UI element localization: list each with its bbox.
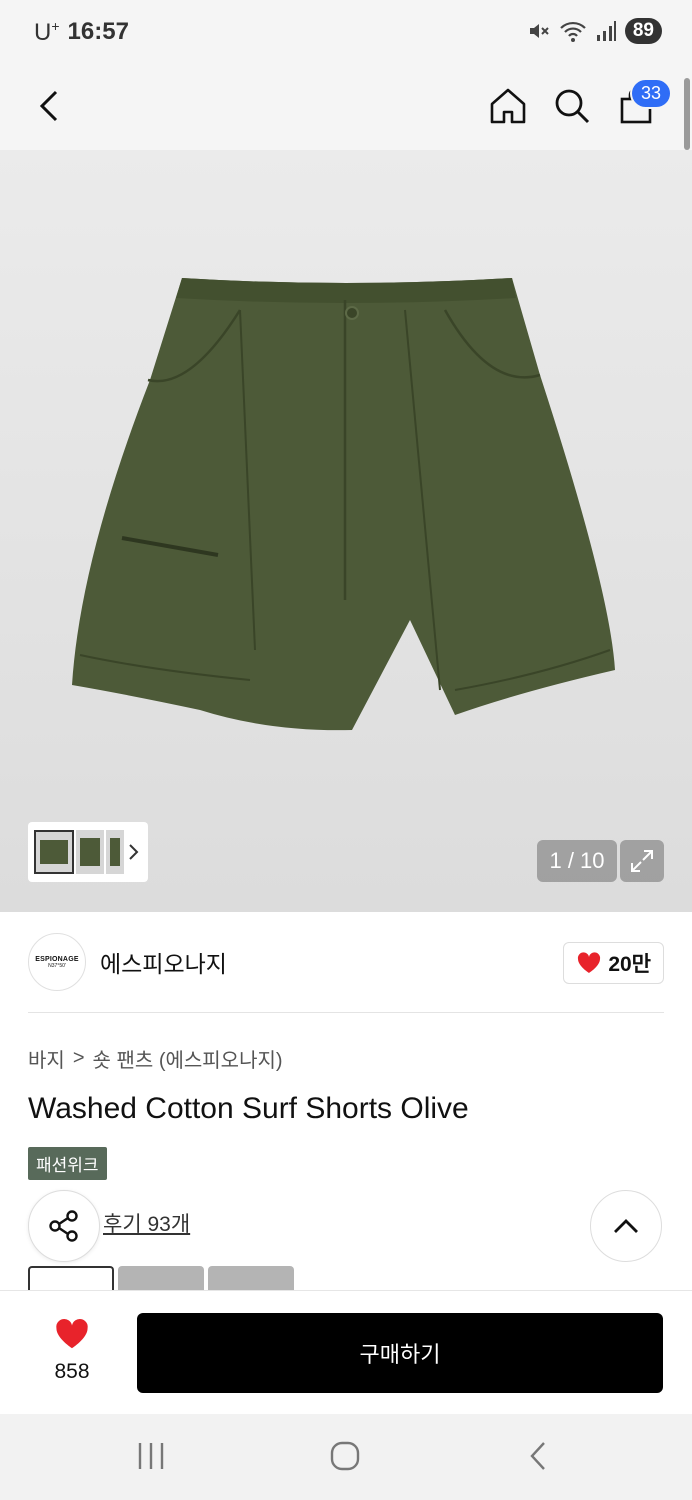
search-button[interactable] [544,78,600,134]
clock: 16:57 [67,18,129,45]
back-nav-button[interactable] [508,1434,568,1478]
heart-icon [578,952,601,973]
product-image [72,278,615,731]
share-icon [49,1210,78,1242]
thumbnail-2[interactable] [76,830,104,874]
breadcrumb-category[interactable]: 바지 [28,1044,65,1073]
share-button[interactable] [28,1190,100,1262]
wifi-icon [560,21,586,42]
thumbnail-strip[interactable] [28,822,148,882]
app-header: 33 [0,64,692,150]
home-button[interactable] [480,78,536,134]
status-bar: U+ 16:57 89 [0,0,692,64]
brand-name[interactable]: 에스피오나지 [100,945,227,979]
heart-icon [56,1318,88,1349]
breadcrumb: 바지 > 숏 팬츠 (에스피오나지) [28,1044,283,1073]
bottom-purchase-bar: 858 구매하기 [0,1290,692,1414]
system-nav-bar [0,1414,692,1500]
back-arrow-icon [530,1442,545,1470]
brand-like-button[interactable]: 20만 [563,942,664,984]
buy-button[interactable]: 구매하기 [137,1313,663,1393]
breadcrumb-subcategory[interactable]: 숏 팬츠 (에스피오나지) [93,1044,283,1073]
thumbnail-3[interactable] [106,830,124,874]
logo-subtext: N37°50' [48,962,66,969]
wishlist-count: 858 [54,1360,90,1383]
home-circle-icon [330,1441,360,1471]
search-icon [555,89,590,124]
brand-like-count: 20만 [608,953,651,976]
home-icon [490,88,526,124]
scroll-top-button[interactable] [590,1190,662,1262]
back-button[interactable] [22,78,78,134]
chevron-left-icon [39,90,58,122]
mute-icon [529,24,549,38]
divider [28,1012,664,1013]
thumbnail-1[interactable] [34,830,74,874]
signal-icon [596,21,616,41]
fullscreen-button[interactable] [620,840,664,882]
expand-icon [631,850,653,872]
carrier-label: U+ [34,17,60,46]
event-tag: 패션위크 [28,1147,107,1180]
brand-row: ESPIONAGE N37°50' 에스피오나지 20만 [28,930,664,994]
product-title: Washed Cotton Surf Shorts Olive [28,1092,469,1125]
scrollbar-thumb[interactable] [684,78,690,150]
breadcrumb-separator: > [72,1047,85,1069]
chevron-right-icon [129,844,139,860]
battery-badge: 89 [624,18,662,44]
product-image-gallery[interactable]: 1 / 10 [0,150,692,912]
recent-apps-button[interactable] [121,1434,181,1478]
review-link[interactable]: 후기 93개 [103,1208,190,1238]
chevron-up-icon [614,1219,638,1233]
home-nav-button[interactable] [315,1434,375,1478]
cart-button[interactable]: 33 [608,78,672,134]
status-icons: 89 [527,18,662,44]
brand-logo[interactable]: ESPIONAGE N37°50' [28,933,86,991]
wishlist-button[interactable]: 858 [40,1317,104,1384]
logo-text: ESPIONAGE [35,955,79,963]
image-counter: 1 / 10 [537,840,617,882]
recent-apps-icon [138,1443,164,1469]
cart-count-badge: 33 [629,78,672,109]
